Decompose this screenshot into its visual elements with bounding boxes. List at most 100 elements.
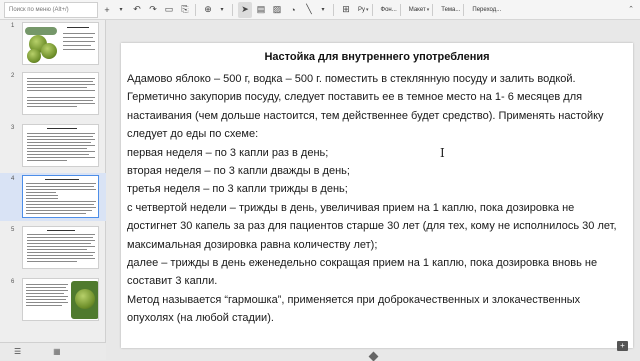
text-line	[27, 249, 87, 250]
shape-icon[interactable]: ◔	[286, 2, 300, 18]
text-line	[27, 252, 95, 253]
toolbar-divider	[195, 3, 196, 16]
slide-thumbnail-5[interactable]: 5	[0, 224, 106, 272]
menu-search-input[interactable]: Поиск по меню (Alt+/)	[4, 1, 98, 18]
body-paragraph: Метод называется “гармошка”, применяется…	[127, 293, 581, 325]
text-line	[26, 204, 94, 205]
textbox-icon[interactable]: ▤	[254, 2, 268, 18]
text-line	[26, 207, 96, 208]
text-line	[27, 151, 95, 152]
text-line	[26, 198, 58, 199]
slide-filmstrip: 1 2 3 4 5 6	[0, 20, 106, 342]
new-slide-icon[interactable]: +	[100, 2, 114, 18]
text-line	[26, 195, 58, 196]
dropdown-caret-icon[interactable]: ▾	[114, 2, 128, 18]
body-paragraph: далее – трижды в день еженедельно сокращ…	[127, 257, 598, 288]
caret-icon: ▾	[366, 6, 369, 13]
caret-icon: ▾	[426, 6, 430, 13]
text-line	[27, 136, 93, 137]
line-icon[interactable]: ╲	[302, 2, 316, 18]
slide-preview	[22, 175, 99, 218]
theme-button[interactable]: Тема...	[441, 7, 460, 13]
line-caret-icon[interactable]: ▾	[316, 2, 330, 18]
apple-image	[75, 289, 95, 309]
layout-label: Макет	[408, 6, 426, 13]
text-line	[27, 81, 93, 82]
text-line	[27, 246, 95, 247]
slide-thumbnail-4[interactable]: 4	[0, 173, 106, 221]
text-line	[63, 45, 91, 46]
slide-thumbnail-2[interactable]: 2	[0, 70, 106, 118]
text-line	[27, 237, 93, 238]
text-line	[27, 157, 95, 158]
print-icon[interactable]: ▭	[162, 2, 176, 18]
image-icon[interactable]: ▨	[270, 2, 284, 18]
text-line	[27, 106, 77, 107]
slide-preview	[22, 226, 99, 269]
text-line	[27, 154, 89, 155]
select-cursor-icon[interactable]: ➤	[238, 1, 252, 18]
transition-button[interactable]: Переход...	[472, 7, 501, 13]
body-paragraph: вторая неделя – по 3 капли дважды в день…	[127, 165, 350, 178]
slide-number: 6	[11, 279, 15, 285]
toolbar-divider	[463, 3, 465, 16]
text-line	[27, 142, 91, 143]
explore-icon[interactable]: +	[617, 341, 628, 351]
background-button[interactable]: Фон...	[381, 7, 397, 13]
body-paragraph: Адамово яблоко – 500 г, водка – 500 г. п…	[127, 73, 604, 141]
undo-icon[interactable]: ↶	[130, 2, 144, 18]
text-line	[26, 293, 64, 294]
text-line	[26, 287, 66, 288]
slide-body-textbox[interactable]: Адамово яблоко – 500 г, водка – 500 г. п…	[127, 70, 627, 328]
text-line	[27, 160, 67, 161]
slide-canvas: Настойка для внутреннего употребления Ад…	[107, 20, 640, 360]
add-comment-icon[interactable]: ⊞	[339, 2, 353, 18]
zoom-icon[interactable]: ⊕	[201, 2, 215, 18]
text-cursor-icon: I	[440, 146, 445, 160]
collapse-toolbar-icon[interactable]: ⌃	[628, 5, 634, 13]
text-line	[26, 302, 68, 303]
zoom-caret-icon[interactable]: ▾	[215, 2, 229, 18]
text-line	[26, 290, 68, 291]
text-line	[27, 84, 95, 85]
current-slide[interactable]: Настойка для внутреннего употребления Ад…	[121, 43, 633, 348]
slide-number: 3	[11, 125, 15, 131]
slide-thumbnail-3[interactable]: 3	[0, 122, 106, 170]
toolbar-divider	[432, 3, 434, 16]
leaf-image	[25, 27, 57, 35]
body-paragraph: третья неделя – по 3 капли трижды в день…	[127, 183, 348, 196]
body-paragraph: первая неделя – по 3 капли раз в день;	[127, 146, 329, 159]
grid-view-icon[interactable]: ▦	[53, 347, 61, 356]
text-line	[63, 41, 95, 42]
text-line	[26, 210, 92, 211]
slide-thumbnail-1[interactable]: 1	[0, 20, 106, 68]
layout-dropdown[interactable]: Макет ▾	[409, 7, 430, 13]
filmstrip-view-icon[interactable]: ☰	[14, 347, 21, 356]
text-line	[26, 213, 86, 214]
text-line	[45, 179, 79, 180]
input-tools-dropdown[interactable]: Ру ▾	[358, 7, 369, 13]
text-line	[27, 240, 95, 241]
text-line	[27, 87, 87, 88]
text-line	[27, 78, 95, 79]
slide-number: 5	[11, 227, 15, 233]
slide-preview	[22, 124, 99, 167]
text-line	[27, 133, 95, 134]
toolbar-divider	[399, 3, 401, 16]
toolbar: Поиск по меню (Alt+/) + ▾ ↶ ↷ ▭ ⎘ ⊕ ▾ ➤ …	[0, 0, 640, 20]
slide-title[interactable]: Настойка для внутреннего употребления	[121, 51, 633, 63]
text-line	[27, 103, 95, 104]
apple-image	[27, 49, 41, 63]
paint-format-icon[interactable]: ⎘	[178, 2, 192, 18]
text-line	[27, 97, 95, 98]
slide-number: 1	[11, 23, 15, 29]
slide-preview	[22, 278, 99, 321]
slide-thumbnail-6[interactable]: 6	[0, 276, 106, 324]
text-line	[26, 192, 56, 193]
text-line	[27, 145, 95, 146]
text-line	[63, 49, 95, 50]
redo-icon[interactable]: ↷	[146, 2, 160, 18]
text-line	[26, 201, 96, 202]
filmstrip-footer: ☰ ▦	[0, 342, 106, 360]
text-line	[67, 27, 89, 28]
